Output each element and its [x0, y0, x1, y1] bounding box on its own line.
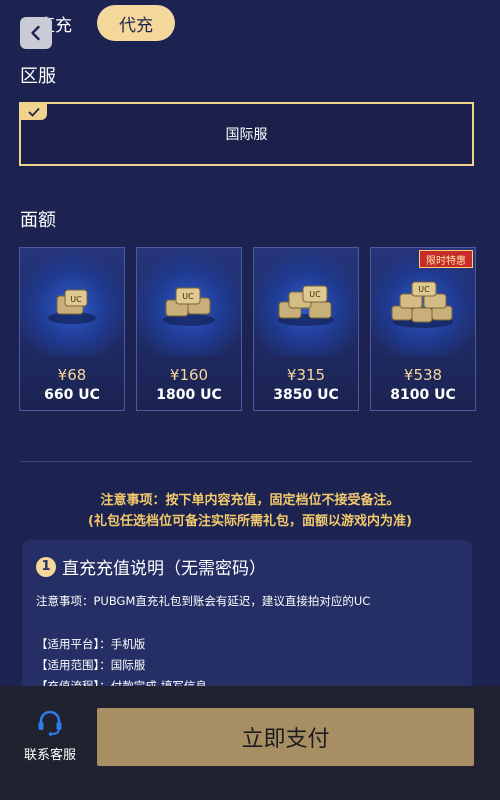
- uc-coins-image: UC: [254, 248, 358, 356]
- amount-card-3850uc[interactable]: UC ¥315 3850 UC: [253, 247, 359, 411]
- region-option-international[interactable]: 国际服: [19, 102, 474, 166]
- amount-section-title: 面额: [20, 210, 56, 231]
- card-price: ¥315: [286, 366, 326, 384]
- uc-coins-image: UC: [137, 248, 241, 356]
- headset-icon: [38, 710, 62, 736]
- svg-text:UC: UC: [70, 295, 82, 304]
- card-price: ¥68: [57, 366, 87, 384]
- notice-line-2: (礼包任选档位可备注实际所需礼包，面额以游戏内为准): [88, 514, 412, 529]
- card-uc-amount: 660 UC: [44, 387, 100, 403]
- top-tab-bar: 直充 代充: [0, 0, 500, 49]
- region-section-title: 区服: [20, 66, 56, 87]
- uc-coins-image: UC: [20, 248, 124, 356]
- section-divider: [20, 461, 472, 462]
- info-title-text: 直充充值说明（无需密码）: [62, 559, 266, 579]
- bottom-action-bar: 联系客服 立即支付: [0, 686, 500, 800]
- chevron-left-icon: [31, 25, 40, 41]
- card-uc-amount: 3850 UC: [273, 387, 339, 403]
- back-button[interactable]: [20, 17, 52, 49]
- info-note: 注意事项：PUBGM直充礼包到账会有延迟，建议直接拍对应的UC: [36, 594, 371, 608]
- uc-coins-icon: UC: [48, 289, 96, 324]
- region-option-label: 国际服: [225, 127, 268, 143]
- uc-coins-icon: UC: [278, 285, 334, 326]
- recharge-info-panel: 1 直充充值说明（无需密码） 注意事项：PUBGM直充礼包到账会有延迟，建议直接…: [22, 540, 472, 690]
- amount-card-660uc[interactable]: UC ¥68 660 UC: [19, 247, 125, 411]
- card-uc-amount: 1800 UC: [156, 387, 222, 403]
- pay-now-button[interactable]: 立即支付: [97, 708, 474, 766]
- info-platform: 【适用平台】：手机版: [36, 637, 146, 651]
- info-title: 1 直充充值说明（无需密码）: [36, 554, 266, 579]
- selected-marker: [21, 104, 47, 120]
- svg-text:UC: UC: [182, 292, 194, 301]
- limited-offer-badge: 限时特惠: [419, 250, 473, 268]
- check-icon: [28, 107, 40, 117]
- card-price: ¥538: [403, 366, 443, 384]
- info-scope: 【适用范围】：国际服: [36, 658, 146, 672]
- tab-proxy-recharge[interactable]: 代充: [97, 5, 175, 41]
- number-one-icon: 1: [36, 556, 56, 577]
- amount-card-8100uc[interactable]: UC 限时特惠 ¥538 8100 UC: [370, 247, 476, 411]
- notice-line-1: 注意事项：按下单内容充值，固定档位不接受备注。: [100, 493, 400, 508]
- svg-text:UC: UC: [309, 290, 321, 299]
- contact-service-button[interactable]: 联系客服: [18, 708, 82, 768]
- contact-service-label: 联系客服: [23, 748, 76, 763]
- card-uc-amount: 8100 UC: [390, 387, 456, 403]
- uc-coins-icon: UC: [163, 287, 215, 326]
- svg-text:UC: UC: [418, 285, 430, 294]
- uc-coins-icon: UC: [391, 281, 453, 328]
- card-price: ¥160: [169, 366, 209, 384]
- amount-card-1800uc[interactable]: UC ¥160 1800 UC: [136, 247, 242, 411]
- amount-card-list: UC ¥68 660 UC UC ¥160 1800 UC UC ¥315 38…: [19, 247, 476, 411]
